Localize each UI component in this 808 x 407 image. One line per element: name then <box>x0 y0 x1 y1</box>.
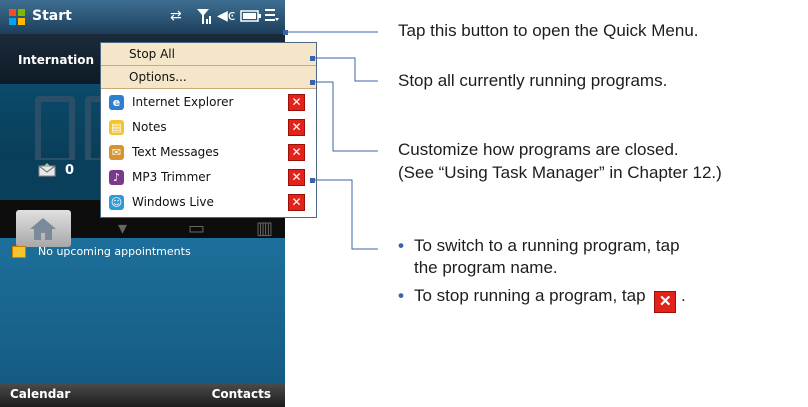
bullet-dot: • <box>398 236 404 255</box>
callout-anchor-programs <box>310 178 315 183</box>
callout-options-line1: Customize how programs are closed. <box>398 140 679 159</box>
callout-anchor-options <box>310 80 315 85</box>
bullet-switch-program-cont: the program name. <box>414 258 558 278</box>
bullet-switch-line2: the program name. <box>414 258 558 277</box>
bullet-dot: • <box>398 286 404 305</box>
callout-anchor-quick-menu <box>283 30 288 35</box>
bullet-stop-text: To stop running a program, tap <box>414 286 646 305</box>
callout-line-stop-all <box>312 57 378 82</box>
callout-stop-all: Stop all currently running programs. <box>398 71 668 90</box>
callout-line-options <box>312 81 378 152</box>
callout-lines <box>283 30 378 250</box>
callout-line-programs <box>312 179 378 250</box>
bullet-switch-program: • To switch to a running program, tap <box>398 236 680 256</box>
bullet-switch-line1: To switch to a running program, tap <box>414 236 680 255</box>
bullet-stop-program: • To stop running a program, tap ✕ . <box>398 286 686 313</box>
callout-options-line2: (See “Using Task Manager” in Chapter 12.… <box>398 163 722 182</box>
close-icon: ✕ <box>654 291 677 313</box>
bullet-stop-period: . <box>681 286 686 305</box>
callout-anchor-stop-all <box>310 56 315 61</box>
callout-quick-menu: Tap this button to open the Quick Menu. <box>398 21 699 40</box>
